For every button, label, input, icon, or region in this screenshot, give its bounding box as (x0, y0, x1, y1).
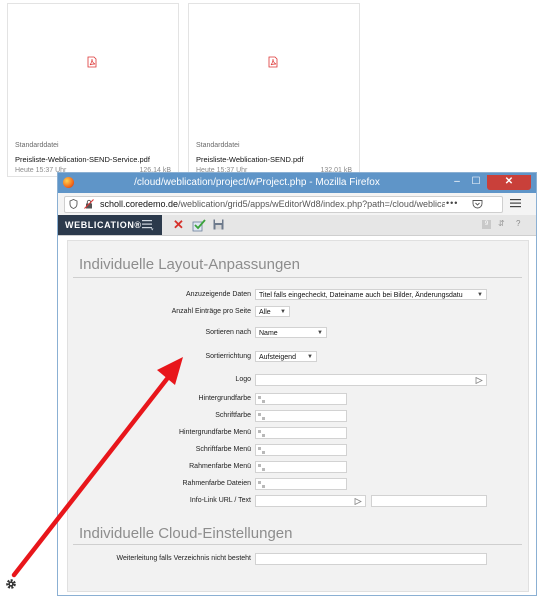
info-link-label: Info-Link URL / Text (189, 497, 251, 504)
chevron-down-icon: ▼ (477, 292, 483, 298)
brand-bar: WEBLICATION® (58, 215, 162, 235)
hintergrundfarbe-input[interactable] (255, 393, 347, 405)
file-name[interactable]: Preisliste-Weblication-SEND.pdf (196, 155, 303, 164)
color-picker-icon[interactable] (258, 447, 265, 454)
sortierrichtung-value: Aufsteigend (259, 354, 296, 361)
eintraege-select[interactable]: Alle ▼ (255, 306, 290, 317)
info-link-text-input[interactable] (371, 495, 487, 507)
navigation-bar: scholl.coredemo.de/weblication/grid5/app… (58, 193, 536, 216)
pocket-icon[interactable] (472, 199, 483, 209)
menu-list-icon[interactable] (142, 219, 154, 231)
minimize-button[interactable]: – (449, 175, 465, 190)
url-path: /weblication/grid5/apps/wEditorWd8/index… (178, 199, 445, 209)
rahmenfarbe-menue-input[interactable] (255, 461, 347, 473)
insecure-lock-icon[interactable] (84, 199, 94, 209)
eintraege-value: Alle (259, 309, 271, 316)
color-picker-icon[interactable] (258, 396, 265, 403)
file-name[interactable]: Preisliste-Weblication-SEND-Service.pdf (15, 155, 150, 164)
hamburger-menu-icon[interactable] (510, 197, 521, 209)
save-and-close-icon[interactable] (192, 218, 206, 232)
hintergrundfarbe-label: Hintergrundfarbe (198, 395, 251, 402)
schriftfarbe-menue-label: Schriftfarbe Menü (195, 446, 251, 453)
weiterleitung-input[interactable] (255, 553, 487, 565)
gear-icon[interactable] (4, 577, 18, 591)
file-card[interactable]: Standarddatei Preisliste-Weblication-SEN… (7, 3, 179, 177)
maximize-button[interactable]: ☐ (468, 175, 484, 190)
info-link-url-input[interactable] (255, 495, 366, 507)
section-divider (73, 544, 522, 545)
page-actions-button[interactable]: ••• (446, 198, 458, 208)
hintergrundfarbe-menue-input[interactable] (255, 427, 347, 439)
hintergrundfarbe-menue-label: Hintergrundfarbe Menü (179, 429, 251, 436)
color-picker-icon[interactable] (258, 464, 265, 471)
logo-label: Logo (235, 376, 251, 383)
file-type: Standarddatei (15, 142, 59, 149)
logo-input[interactable] (255, 374, 487, 386)
firefox-window: /cloud/weblication/project/wProject.php … (57, 172, 537, 596)
window-titlebar[interactable]: /cloud/weblication/project/wProject.php … (58, 173, 536, 193)
color-picker-icon[interactable] (258, 430, 265, 437)
cancel-icon[interactable]: ✕ (173, 218, 184, 231)
rahmenfarbe-dateien-label: Rahmenfarbe Dateien (182, 480, 252, 487)
shield-icon[interactable] (69, 199, 78, 209)
color-picker-icon[interactable] (258, 481, 265, 488)
schriftfarbe-label: Schriftfarbe (215, 412, 251, 419)
status-badge[interactable]: 9 (482, 220, 491, 229)
url-host: scholl.coredemo.de (100, 199, 179, 209)
app-toolbar: WEBLICATION® ✕ 9 ⇵ ? (58, 215, 536, 236)
schriftfarbe-input[interactable] (255, 410, 347, 422)
save-icon[interactable] (213, 219, 224, 230)
settings-panel: Individuelle Layout-Anpassungen Anzuzeig… (67, 240, 529, 592)
sortierrichtung-select[interactable]: Aufsteigend ▼ (255, 351, 317, 362)
url-text: scholl.coredemo.de/weblication/grid5/app… (100, 199, 445, 209)
anzuzeigende-daten-label: Anzuzeigende Daten (186, 291, 251, 298)
chevron-down-icon: ▼ (307, 354, 313, 360)
section-divider (73, 277, 522, 278)
link-picker-icon[interactable] (354, 498, 362, 505)
layout-section-title: Individuelle Layout-Anpassungen (79, 256, 300, 273)
schriftfarbe-menue-input[interactable] (255, 444, 347, 456)
weiterleitung-label: Weiterleitung falls Verzeichnis nicht be… (116, 555, 252, 562)
url-field[interactable]: scholl.coredemo.de/weblication/grid5/app… (64, 196, 503, 213)
close-button[interactable]: ✕ (487, 175, 531, 190)
file-type: Standarddatei (196, 142, 240, 149)
sort-icon[interactable]: ⇵ (498, 219, 505, 228)
pdf-icon (268, 56, 278, 68)
chevron-down-icon: ▼ (280, 309, 286, 315)
anzuzeigende-daten-value: Titel falls eingecheckt, Dateiname auch … (259, 292, 463, 299)
sortieren-label: Sortieren nach (205, 329, 251, 336)
file-picker-icon[interactable] (475, 377, 483, 384)
pdf-icon (87, 56, 97, 68)
sortierrichtung-label: Sortierrichtung (205, 353, 251, 360)
help-button[interactable]: ? (516, 219, 520, 228)
file-card[interactable]: Standarddatei Preisliste-Weblication-SEN… (188, 3, 360, 177)
brand-logo: WEBLICATION® (65, 220, 142, 230)
window-title: /cloud/weblication/project/wProject.php … (134, 177, 380, 188)
anzuzeigende-daten-select[interactable]: Titel falls eingecheckt, Dateiname auch … (255, 289, 487, 300)
eintraege-label: Anzahl Einträge pro Seite (171, 308, 251, 315)
rahmenfarbe-dateien-input[interactable] (255, 478, 347, 490)
cloud-section-title: Individuelle Cloud-Einstellungen (79, 525, 293, 542)
chevron-down-icon: ▼ (317, 330, 323, 336)
sortieren-select[interactable]: Name ▼ (255, 327, 327, 338)
rahmenfarbe-menue-label: Rahmenfarbe Menü (189, 463, 251, 470)
sortieren-value: Name (259, 330, 278, 337)
color-picker-icon[interactable] (258, 413, 265, 420)
